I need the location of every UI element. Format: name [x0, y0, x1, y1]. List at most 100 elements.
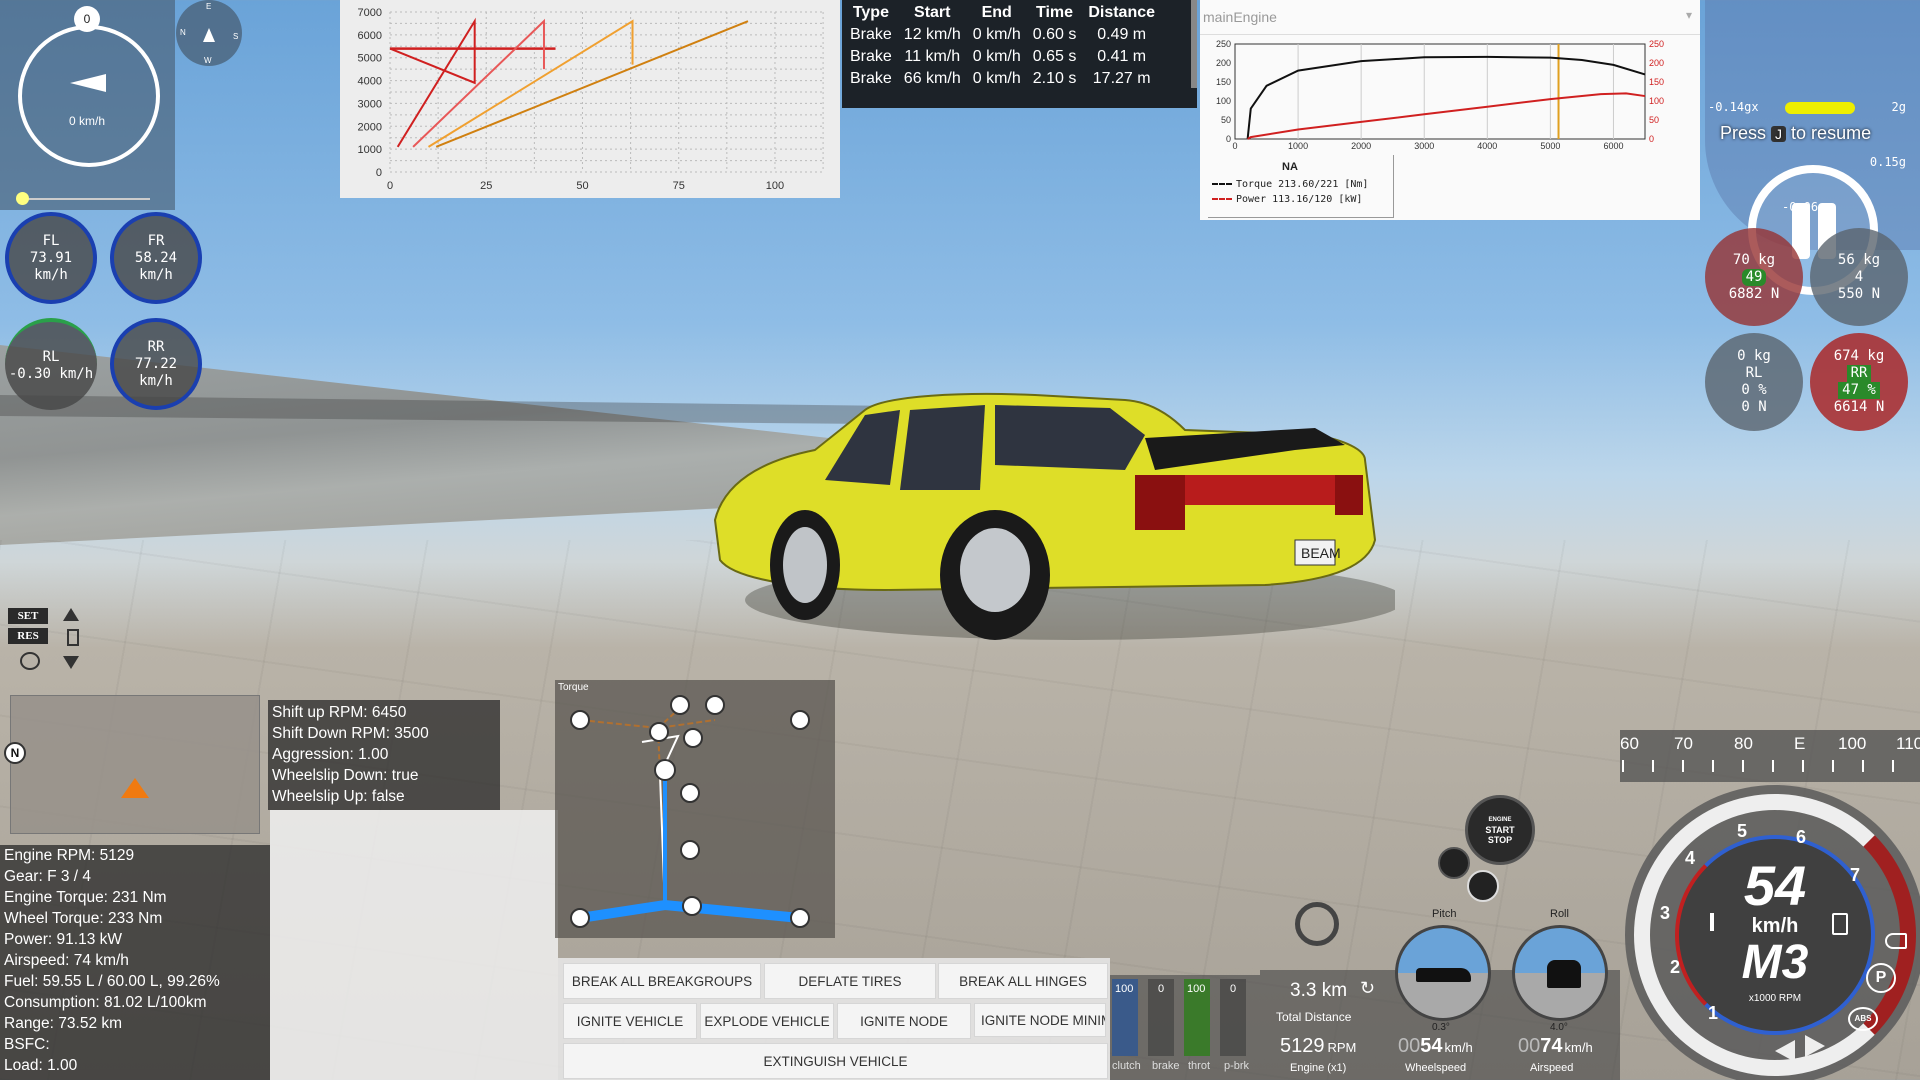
- pedal-value-brake: 0: [1158, 983, 1165, 995]
- cruise-up-arrow-icon[interactable]: [63, 608, 79, 621]
- engine-torque: Engine Torque: 231 Nm: [4, 889, 167, 906]
- cruise-res-button[interactable]: RES: [8, 628, 48, 644]
- abs-icon: ABS: [1848, 1007, 1878, 1031]
- y-tick-label: 3000: [358, 98, 382, 110]
- y-tick-label-right: 250: [1649, 39, 1664, 49]
- table-cell: Brake: [850, 26, 892, 43]
- engine-selector-dropdown[interactable]: mainEngine ▾: [1200, 0, 1700, 35]
- total-distance: 3.3 km: [1290, 980, 1348, 1001]
- y-tick-label-left: 250: [1216, 39, 1231, 49]
- x-tick-label: 6000: [1603, 141, 1623, 151]
- rpm-tick-5: 5: [1737, 821, 1748, 841]
- shift-down-rpm: Shift Down RPM: 3500: [272, 725, 429, 742]
- engine-curve-chart-svg: 0 050 50100 100150 150200 200250 2500 1000 2000 3…: [1216, 39, 1664, 151]
- y-tick-label: 7000: [358, 7, 382, 19]
- heading-tick-110: 110: [1896, 734, 1920, 753]
- tire-load-fr-pct: 4: [1854, 268, 1864, 285]
- y-tick-label-right: 0: [1649, 134, 1654, 144]
- tire-load-rl: 0 kg RL 0 % 0 N: [1705, 333, 1803, 431]
- pedal-value-parking: 0: [1230, 983, 1237, 995]
- shift-info-panel: Shift up RPM: 6450 Shift Down RPM: 3500 …: [268, 700, 500, 810]
- rpm-tick-6: 6: [1796, 827, 1807, 847]
- pedal-label-brake: brake: [1152, 1060, 1180, 1072]
- pedal-label-clutch: clutch: [1112, 1060, 1141, 1072]
- deflate-tires-button[interactable]: DEFLATE TIRES: [764, 963, 936, 999]
- y-tick-label-left: 100: [1216, 96, 1231, 106]
- engine-button-line2: START: [1485, 825, 1515, 835]
- powertrain-diagram: [570, 695, 810, 928]
- parking-light-icon: [1467, 870, 1499, 902]
- wheel-speed-rl: RL -0.30 km/h: [5, 318, 97, 410]
- power: Power: 91.13 kW: [4, 931, 123, 948]
- series-line-1: [412, 18, 545, 148]
- table-cell: Brake: [850, 70, 892, 87]
- gear: Gear: F 3 / 4: [4, 868, 92, 885]
- wheelslip-down: Wheelslip Down: true: [272, 767, 419, 784]
- blank-white-panel: [270, 810, 558, 1080]
- fuel: Fuel: 59.55 L / 60.00 L, 99.26%: [4, 973, 220, 990]
- refresh-icon[interactable]: ↻: [1360, 978, 1375, 999]
- x-tick-label: 3000: [1414, 141, 1434, 151]
- heading-tick-70: 70: [1674, 734, 1693, 753]
- x-tick-label: 0: [1232, 141, 1237, 151]
- table-cell: 0.49 m: [1097, 26, 1147, 43]
- explode-vehicle-button[interactable]: EXPLODE VEHICLE: [700, 1003, 834, 1039]
- wheel-speed-fr-value: 58.24 km/h: [134, 249, 178, 283]
- brake-test-table: Type Start End Time Distance Brake 12 km/…: [844, 2, 1161, 90]
- cruise-set-button[interactable]: SET: [8, 608, 48, 624]
- compass-speed-readout: 0 km/h: [68, 114, 105, 128]
- table-cell: 17.27 m: [1092, 70, 1151, 87]
- brake-table-scrollbar[interactable]: [1191, 0, 1197, 88]
- tire-load-rr-n: 6614 N: [1833, 399, 1885, 415]
- y-tick-label: 0: [376, 167, 382, 179]
- engine-button-line3: STOP: [1487, 835, 1513, 845]
- mini-compass-needle-icon: [203, 28, 215, 42]
- brake-table-header: Distance: [1088, 4, 1156, 21]
- g-meter-mid: 0.15g: [1869, 155, 1906, 169]
- pitch-label: Pitch: [1432, 908, 1457, 920]
- y-tick-label-right: 150: [1649, 77, 1664, 87]
- ignite-node-minimum-button[interactable]: IGNITE NODE MINIM: [974, 1003, 1106, 1037]
- engine-chart-legend: NA Torque 213.60/221 [Nm] Power 113.16/1…: [1208, 155, 1394, 218]
- cruise-control: SET RES: [8, 606, 83, 674]
- mini-compass-e: E: [206, 2, 212, 11]
- rpm-tick-2: 2: [1670, 957, 1681, 977]
- wheel-speed-rr-name: RR: [147, 338, 165, 355]
- x-tick-label: 25: [480, 180, 492, 192]
- x-tick-label: 1000: [1288, 141, 1308, 151]
- wheel-torque: Wheel Torque: 233 Nm: [4, 910, 163, 927]
- speed-slider-handle[interactable]: [16, 192, 29, 205]
- ignite-node-button[interactable]: IGNITE NODE: [837, 1003, 971, 1039]
- right-turn-signal-icon[interactable]: [1805, 1035, 1825, 1057]
- pedal-value-clutch: 100: [1115, 983, 1134, 995]
- wheelslip-up: Wheelslip Up: false: [272, 788, 405, 805]
- pedal-label-parking: p-brk: [1224, 1060, 1250, 1072]
- ignite-vehicle-button[interactable]: IGNITE VEHICLE: [563, 1003, 697, 1039]
- table-cell: 0 km/h: [972, 26, 1021, 43]
- wheel-speed-fl: FL 73.91 km/h: [5, 212, 97, 304]
- break-all-breakgroups-button[interactable]: BREAK ALL BREAKGROUPS: [563, 963, 761, 999]
- pedal-label-throttle: throt: [1188, 1060, 1211, 1072]
- y-tick-label: 4000: [358, 76, 382, 88]
- svg-text:BEAM: BEAM: [1301, 545, 1341, 561]
- speedometer-gear: M3: [1741, 936, 1809, 989]
- tire-load-rr-kg: 674 kg: [1833, 348, 1885, 364]
- airspeed-readout: 0074 km/h: [1518, 1035, 1593, 1057]
- break-all-hinges-button[interactable]: BREAK ALL HINGES: [938, 963, 1108, 999]
- mini-compass: E N S W: [176, 0, 242, 66]
- table-cell: 0 km/h: [972, 70, 1021, 87]
- y-tick-label: 2000: [358, 121, 382, 133]
- tire-load-rl-pct: 0 %: [1741, 382, 1767, 398]
- left-turn-signal-icon[interactable]: [1775, 1040, 1795, 1062]
- table-cell: 0.41 m: [1097, 48, 1147, 65]
- engine-start-stop-button[interactable]: ENGINE START STOP: [1465, 795, 1535, 865]
- minimap-player-arrow-icon: [121, 778, 149, 798]
- g-meter-right: 2g: [1891, 100, 1906, 114]
- x-tick-label: 50: [576, 180, 588, 192]
- cruise-down-arrow-icon[interactable]: [63, 656, 79, 669]
- table-cell: 12 km/h: [903, 26, 961, 43]
- extinguish-vehicle-button[interactable]: EXTINGUISH VEHICLE: [563, 1043, 1108, 1079]
- y-tick-label: 5000: [358, 53, 382, 65]
- mini-compass-w: W: [204, 56, 212, 65]
- gear-shift-chart: 0 1000 2000 3000 4000 5000 6000 7000 0 25 50 75 100: [340, 0, 840, 198]
